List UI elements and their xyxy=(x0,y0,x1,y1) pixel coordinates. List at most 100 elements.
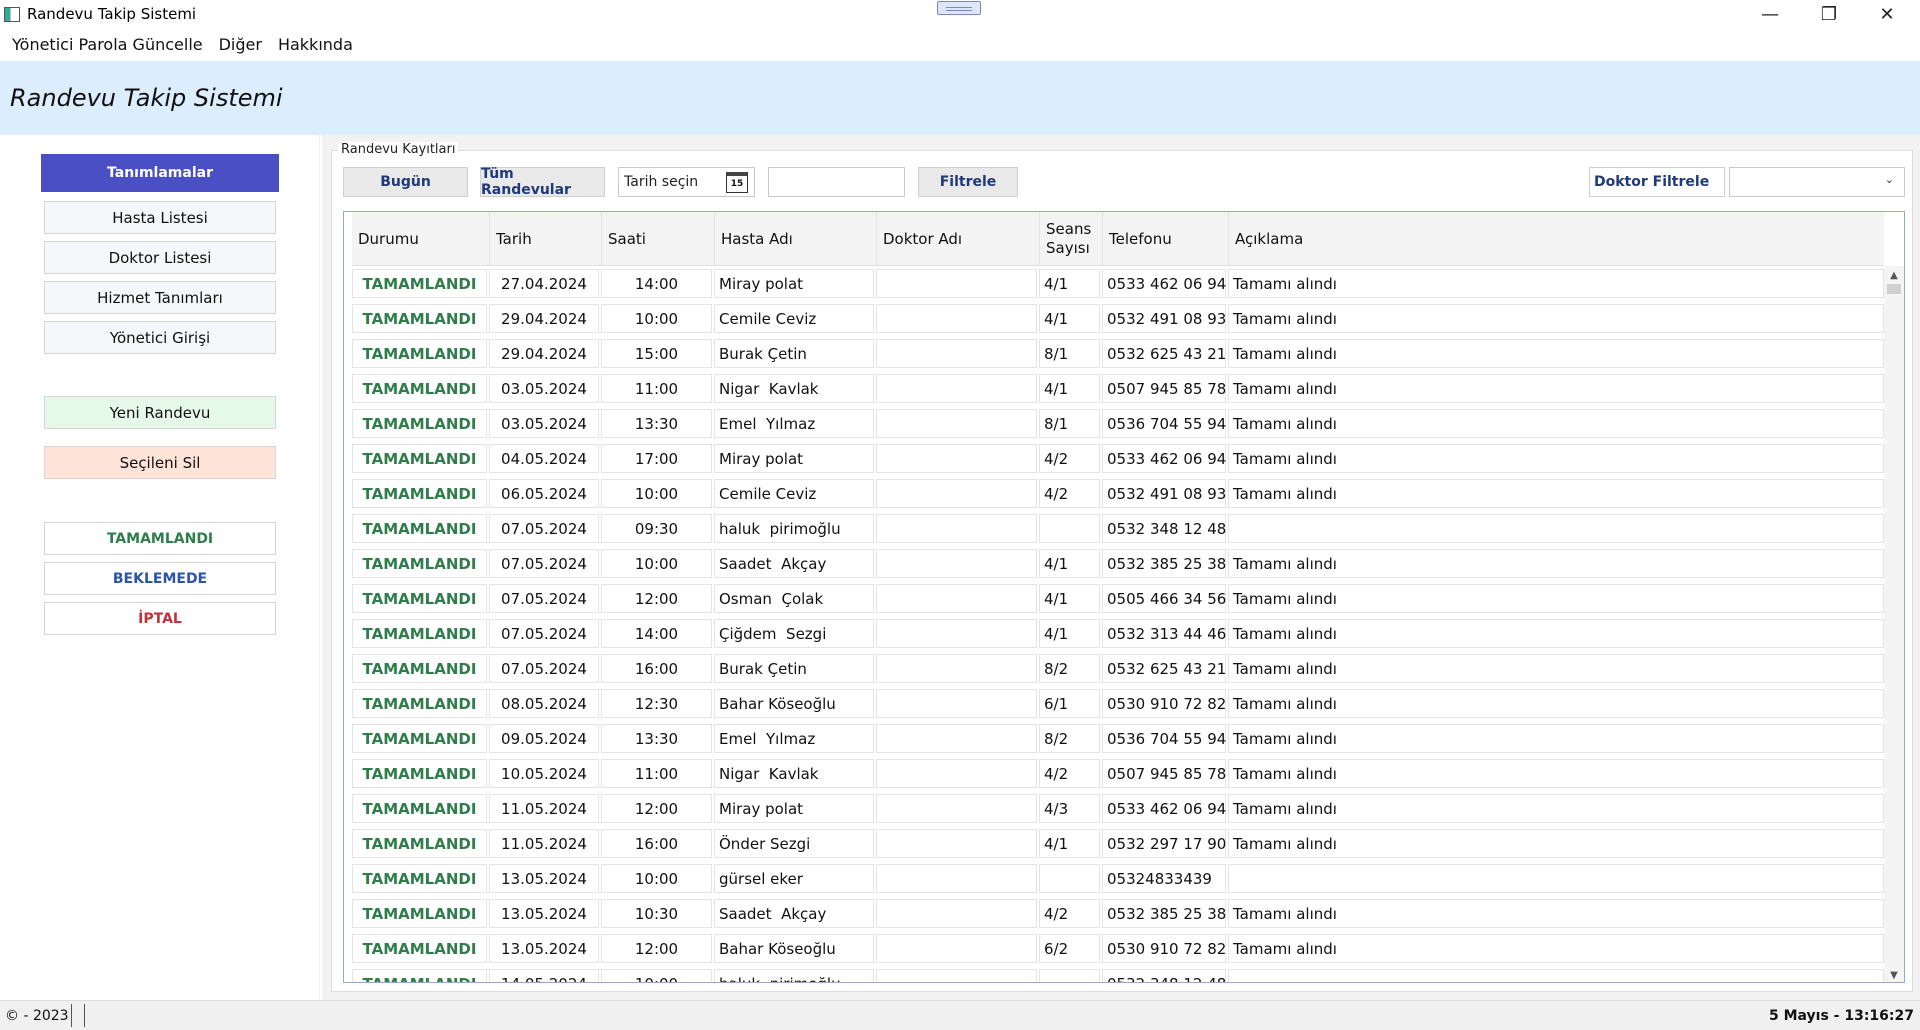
cell-patient[interactable]: Burak Çetin xyxy=(714,339,874,368)
cell-status[interactable]: TAMAMLANDI xyxy=(352,654,487,683)
cell-doctor[interactable] xyxy=(876,689,1037,718)
cell-time[interactable]: 10:00 xyxy=(601,864,712,893)
column-header-date[interactable]: Tarih xyxy=(489,212,601,266)
cell-status[interactable]: TAMAMLANDI xyxy=(352,969,487,982)
cell-description[interactable]: Tamamı alındı xyxy=(1228,899,1884,928)
cell-patient[interactable]: Osman Çolak xyxy=(714,584,874,613)
table-row[interactable]: TAMAMLANDI 29.04.2024 10:00 Cemile Ceviz 4/1… xyxy=(352,301,1884,336)
cell-description[interactable] xyxy=(1228,864,1884,893)
cell-description[interactable] xyxy=(1228,514,1884,543)
cell-patient[interactable]: Burak Çetin xyxy=(714,654,874,683)
menu-admin-password[interactable]: Yönetici Parola Güncelle xyxy=(4,29,211,61)
status-waiting-button[interactable]: BEKLEMEDE xyxy=(44,562,276,595)
cell-status[interactable]: TAMAMLANDI xyxy=(352,514,487,543)
table-row[interactable]: TAMAMLANDI 09.05.2024 13:30 Emel Yılmaz 8/2 0… xyxy=(352,721,1884,756)
cell-patient[interactable]: Emel Yılmaz xyxy=(714,724,874,753)
column-header-description[interactable]: Açıklama xyxy=(1228,212,1884,266)
cell-sessions[interactable]: 4/1 xyxy=(1039,584,1100,613)
restore-button[interactable]: ❐ xyxy=(1800,0,1858,29)
cell-description[interactable]: Tamamı alındı xyxy=(1228,619,1884,648)
cell-time[interactable]: 10:00 xyxy=(601,304,712,333)
cell-patient[interactable]: Miray polat xyxy=(714,794,874,823)
cell-sessions[interactable]: 4/1 xyxy=(1039,619,1100,648)
doctor-filter-select[interactable]: ⌄ xyxy=(1729,167,1905,197)
today-button[interactable]: Bugün xyxy=(343,167,468,197)
column-header-status[interactable]: Durumu xyxy=(352,212,489,266)
cell-phone[interactable]: 0505 466 34 56 xyxy=(1102,584,1226,613)
cell-sessions[interactable] xyxy=(1039,969,1100,982)
cell-status[interactable]: TAMAMLANDI xyxy=(352,689,487,718)
cell-description[interactable]: Tamamı alındı xyxy=(1228,444,1884,473)
cell-date[interactable]: 13.05.2024 xyxy=(489,864,599,893)
cell-time[interactable]: 10:30 xyxy=(601,899,712,928)
cell-phone[interactable]: 0507 945 85 78 xyxy=(1102,374,1226,403)
table-row[interactable]: TAMAMLANDI 07.05.2024 14:00 Çiğdem Sezgi 4/1… xyxy=(352,616,1884,651)
table-row[interactable]: TAMAMLANDI 08.05.2024 12:30 Bahar Köseoğlu 6… xyxy=(352,686,1884,721)
delete-selected-button[interactable]: Seçileni Sil xyxy=(44,446,276,479)
cell-date[interactable]: 07.05.2024 xyxy=(489,654,599,683)
cell-doctor[interactable] xyxy=(876,409,1037,438)
cell-doctor[interactable] xyxy=(876,759,1037,788)
cell-time[interactable]: 17:00 xyxy=(601,444,712,473)
cell-description[interactable]: Tamamı alındı xyxy=(1228,584,1884,613)
all-appointments-button[interactable]: Tüm Randevular xyxy=(480,166,605,198)
cell-time[interactable]: 11:00 xyxy=(601,374,712,403)
cell-patient[interactable]: Emel Yılmaz xyxy=(714,409,874,438)
cell-date[interactable]: 07.05.2024 xyxy=(489,549,599,578)
cell-description[interactable]: Tamamı alındı xyxy=(1228,479,1884,508)
cell-status[interactable]: TAMAMLANDI xyxy=(352,409,487,438)
cell-description[interactable]: Tamamı alındı xyxy=(1228,339,1884,368)
cell-status[interactable]: TAMAMLANDI xyxy=(352,759,487,788)
cell-doctor[interactable] xyxy=(876,514,1037,543)
cell-doctor[interactable] xyxy=(876,304,1037,333)
status-done-button[interactable]: TAMAMLANDI xyxy=(44,522,276,555)
cell-status[interactable]: TAMAMLANDI xyxy=(352,724,487,753)
vertical-scrollbar[interactable]: ▲ ▼ xyxy=(1884,266,1904,982)
cell-patient[interactable]: gürsel eker xyxy=(714,864,874,893)
table-row[interactable]: TAMAMLANDI 07.05.2024 16:00 Burak Çetin 8/2 0… xyxy=(352,651,1884,686)
cell-date[interactable]: 07.05.2024 xyxy=(489,619,599,648)
cell-sessions[interactable] xyxy=(1039,514,1100,543)
cell-phone[interactable]: 05324833439 xyxy=(1102,864,1226,893)
cell-status[interactable]: TAMAMLANDI xyxy=(352,339,487,368)
date-picker[interactable]: Tarih seçin 15 xyxy=(618,167,755,197)
cell-doctor[interactable] xyxy=(876,374,1037,403)
cell-date[interactable]: 08.05.2024 xyxy=(489,689,599,718)
cell-time[interactable]: 16:00 xyxy=(601,654,712,683)
menu-other[interactable]: Diğer xyxy=(211,29,270,61)
cell-doctor[interactable] xyxy=(876,619,1037,648)
cell-status[interactable]: TAMAMLANDI xyxy=(352,934,487,963)
table-row[interactable]: TAMAMLANDI 13.05.2024 10:30 Saadet Akçay 4/2… xyxy=(352,896,1884,931)
cell-sessions[interactable]: 4/1 xyxy=(1039,549,1100,578)
cell-patient[interactable]: Miray polat xyxy=(714,269,874,298)
cell-patient[interactable]: Bahar Köseoğlu xyxy=(714,934,874,963)
cell-description[interactable]: Tamamı alındı xyxy=(1228,304,1884,333)
cell-description[interactable]: Tamamı alındı xyxy=(1228,794,1884,823)
filter-input[interactable] xyxy=(768,167,905,197)
cell-sessions[interactable]: 8/2 xyxy=(1039,654,1100,683)
cell-status[interactable]: TAMAMLANDI xyxy=(352,444,487,473)
cell-date[interactable]: 11.05.2024 xyxy=(489,794,599,823)
cell-date[interactable]: 09.05.2024 xyxy=(489,724,599,753)
cell-time[interactable]: 10:00 xyxy=(601,479,712,508)
cell-phone[interactable]: 0532 348 12 48 xyxy=(1102,969,1226,982)
column-header-patient[interactable]: Hasta Adı xyxy=(714,212,876,266)
cell-status[interactable]: TAMAMLANDI xyxy=(352,794,487,823)
table-row[interactable]: TAMAMLANDI 04.05.2024 17:00 Miray polat 4/2 0… xyxy=(352,441,1884,476)
menu-about[interactable]: Hakkında xyxy=(270,29,361,61)
cell-sessions[interactable]: 8/1 xyxy=(1039,339,1100,368)
cell-sessions[interactable]: 4/1 xyxy=(1039,829,1100,858)
cell-phone[interactable]: 0536 704 55 94 xyxy=(1102,724,1226,753)
cell-sessions[interactable]: 4/1 xyxy=(1039,374,1100,403)
admin-login-button[interactable]: Yönetici Girişi xyxy=(44,321,276,354)
cell-doctor[interactable] xyxy=(876,654,1037,683)
cell-date[interactable]: 06.05.2024 xyxy=(489,479,599,508)
cell-doctor[interactable] xyxy=(876,339,1037,368)
cell-phone[interactable]: 0532 313 44 46 xyxy=(1102,619,1226,648)
cell-doctor[interactable] xyxy=(876,934,1037,963)
cell-date[interactable]: 04.05.2024 xyxy=(489,444,599,473)
table-row[interactable]: TAMAMLANDI 27.04.2024 14:00 Miray polat 4/1 0… xyxy=(352,266,1884,301)
cell-doctor[interactable] xyxy=(876,969,1037,982)
cell-description[interactable]: Tamamı alındı xyxy=(1228,654,1884,683)
cell-date[interactable]: 03.05.2024 xyxy=(489,409,599,438)
